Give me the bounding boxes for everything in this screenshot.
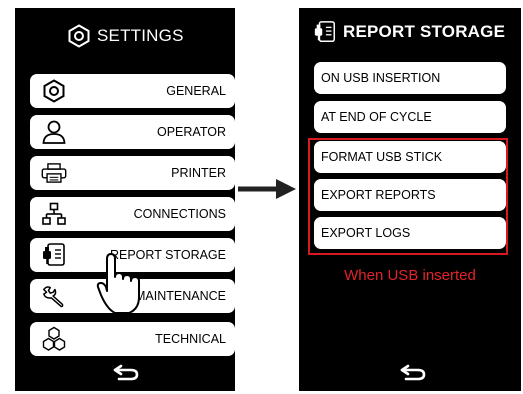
hexagon-nut-icon (41, 78, 67, 104)
hexagon-settings-icon (67, 24, 91, 48)
usb-document-icon (41, 242, 67, 268)
option-export-reports[interactable]: EXPORT REPORTS (314, 179, 506, 211)
option-label: EXPORT REPORTS (321, 188, 436, 202)
network-icon (41, 201, 67, 227)
settings-title: SETTINGS (67, 24, 184, 48)
menu-item-label: CONNECTIONS (133, 207, 226, 221)
menu-item-label: OPERATOR (157, 125, 226, 139)
menu-item-printer[interactable]: PRINTER (30, 156, 235, 190)
option-export-logs[interactable]: EXPORT LOGS (314, 217, 506, 249)
option-on-usb-insertion[interactable]: ON USB INSERTION (314, 62, 506, 94)
menu-item-label: MAINTENANCE (135, 289, 226, 303)
usb-inserted-note: When USB inserted (344, 267, 476, 284)
user-icon (41, 119, 67, 145)
usb-document-icon (313, 20, 337, 44)
menu-item-connections[interactable]: CONNECTIONS (30, 197, 235, 231)
right-arrow-icon (238, 179, 296, 199)
option-label: AT END OF CYCLE (321, 110, 432, 124)
settings-screen: SETTINGS GENERAL OPERATOR PRINTER CONNEC… (15, 8, 235, 391)
printer-icon (41, 160, 67, 186)
report-storage-title-text: REPORT STORAGE (343, 22, 506, 41)
option-label: FORMAT USB STICK (321, 150, 443, 164)
back-arrow-icon[interactable] (398, 362, 428, 382)
option-format-usb-stick[interactable]: FORMAT USB STICK (314, 141, 506, 173)
menu-item-general[interactable]: GENERAL (30, 74, 235, 108)
hexagons-icon (41, 326, 67, 352)
option-label: ON USB INSERTION (321, 71, 441, 85)
wrench-icon (41, 283, 67, 309)
back-arrow-icon[interactable] (111, 362, 141, 382)
pointing-hand-icon (96, 253, 140, 314)
report-storage-screen: REPORT STORAGE ON USB INSERTION AT END O… (299, 8, 521, 391)
menu-item-operator[interactable]: OPERATOR (30, 115, 235, 149)
menu-item-label: PRINTER (171, 166, 226, 180)
settings-title-text: SETTINGS (97, 26, 184, 45)
menu-item-technical[interactable]: TECHNICAL (30, 322, 235, 356)
menu-item-label: TECHNICAL (155, 332, 226, 346)
report-storage-title: REPORT STORAGE (313, 20, 505, 44)
menu-item-label: GENERAL (166, 84, 226, 98)
option-at-end-of-cycle[interactable]: AT END OF CYCLE (314, 101, 506, 133)
option-label: EXPORT LOGS (321, 226, 411, 240)
